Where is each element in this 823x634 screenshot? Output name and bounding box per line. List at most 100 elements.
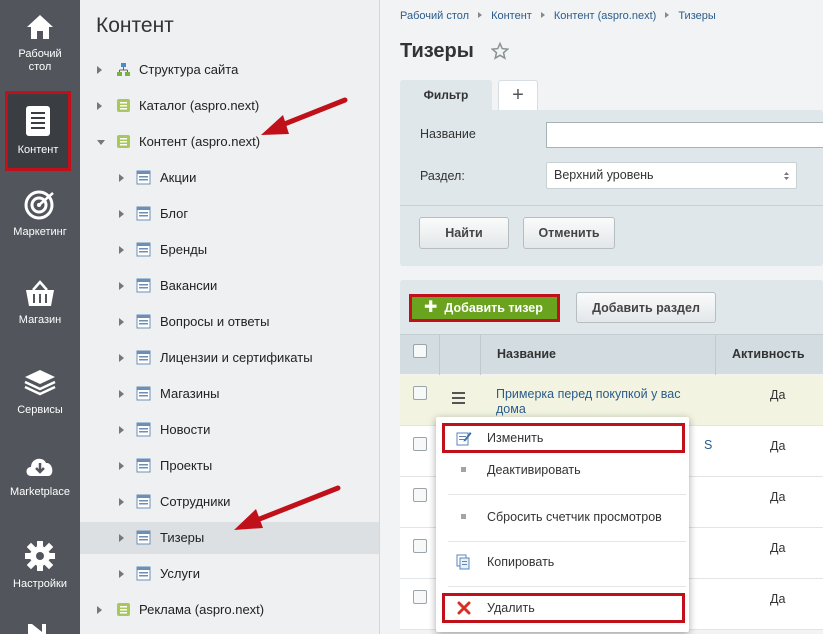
cancel-button[interactable]: Отменить: [523, 217, 615, 249]
iblock-icon: [136, 422, 151, 437]
expand-arrow-icon[interactable]: [119, 174, 124, 182]
select-arrows-icon: [784, 172, 789, 180]
tree-item-label: Магазины: [160, 386, 220, 401]
find-button[interactable]: Найти: [419, 217, 509, 249]
row-name-link[interactable]: S: [704, 438, 823, 453]
nav-desktop-label-1: Рабочий: [18, 48, 62, 60]
menu-item-reset-counter[interactable]: Сбросить счетчик просмотров: [436, 502, 689, 532]
breadcrumb-item[interactable]: Контент (aspro.next): [554, 10, 657, 22]
name-filter-input[interactable]: [546, 122, 823, 148]
nav-content[interactable]: Контент: [5, 91, 71, 171]
tree-item-label: Блог: [160, 206, 189, 221]
tree-item-services[interactable]: Услуги: [80, 558, 379, 590]
tree-item-vacancies[interactable]: Вакансии: [80, 270, 379, 302]
expand-arrow-icon[interactable]: [119, 282, 124, 290]
tree-item-projects[interactable]: Проекты: [80, 450, 379, 482]
name-column-header[interactable]: Название: [497, 347, 556, 361]
row-checkbox[interactable]: [413, 590, 427, 604]
menu-item-edit[interactable]: Изменить: [442, 423, 685, 453]
filter-tab[interactable]: Фильтр: [400, 80, 492, 110]
row-context-menu: Изменить Деактивировать Сбросить счетчик…: [436, 417, 689, 632]
name-filter-label: Название: [420, 127, 476, 141]
breadcrumb-separator-icon: [478, 12, 483, 18]
nav-services[interactable]: Сервисы: [0, 368, 80, 417]
collapse-arrow-icon[interactable]: [97, 140, 105, 145]
tree-item-faq[interactable]: Вопросы и ответы: [80, 306, 379, 338]
menu-item-delete[interactable]: Удалить: [442, 593, 685, 623]
tree-item-content-aspro[interactable]: Контент (aspro.next): [80, 126, 379, 158]
tree-item-stores[interactable]: Магазины: [80, 378, 379, 410]
tree-item-employees[interactable]: Сотрудники: [80, 486, 379, 518]
iblock-icon: [136, 530, 151, 545]
nav-settings[interactable]: Настройки: [0, 540, 80, 591]
tree-item-licenses[interactable]: Лицензии и сертификаты: [80, 342, 379, 374]
expand-arrow-icon[interactable]: [119, 390, 124, 398]
add-teaser-button[interactable]: ✚ Добавить тизер: [409, 294, 560, 322]
nav-shop[interactable]: Магазин: [0, 280, 80, 327]
expand-arrow-icon[interactable]: [119, 570, 124, 578]
tree-item-brands[interactable]: Бренды: [80, 234, 379, 266]
row-checkbox[interactable]: [413, 386, 427, 400]
filter-divider: [400, 205, 823, 206]
menu-divider: [448, 541, 686, 542]
menu-item-deactivate[interactable]: Деактивировать: [436, 455, 689, 485]
breadcrumb-item[interactable]: Рабочий стол: [400, 10, 469, 22]
breadcrumb-item[interactable]: Тизеры: [678, 10, 715, 22]
iblock-type-icon: [117, 99, 130, 112]
expand-arrow-icon[interactable]: [119, 462, 124, 470]
tree-item-site-structure[interactable]: Структура сайта: [80, 54, 379, 86]
tree-item-label: Вопросы и ответы: [160, 314, 270, 329]
row-name-link[interactable]: Примерка перед покупкой у вас дома: [496, 387, 711, 417]
select-all-checkbox[interactable]: [413, 344, 427, 358]
nav-shop-label: Магазин: [18, 314, 62, 326]
row-checkbox[interactable]: [413, 488, 427, 502]
tree-item-label: Новости: [160, 422, 211, 437]
iblock-icon: [136, 350, 151, 365]
expand-arrow-icon[interactable]: [119, 534, 124, 542]
iblock-icon: [136, 386, 151, 401]
tree-item-blog[interactable]: Блог: [80, 198, 379, 230]
menu-item-copy[interactable]: Копировать: [436, 547, 689, 577]
menu-item-label: Удалить: [487, 601, 535, 615]
row-checkbox[interactable]: [413, 437, 427, 451]
expand-arrow-icon[interactable]: [119, 498, 124, 506]
expand-arrow-icon[interactable]: [119, 354, 124, 362]
activity-column-header[interactable]: Активность: [732, 347, 805, 361]
row-menu-icon[interactable]: [452, 392, 465, 407]
iblock-icon: [136, 494, 151, 509]
menu-item-label: Деактивировать: [487, 463, 581, 477]
tree-item-news[interactable]: Новости: [80, 414, 379, 446]
expand-arrow-icon[interactable]: [119, 246, 124, 254]
menu-divider: [448, 586, 686, 587]
tree-item-label: Услуги: [160, 566, 200, 581]
expand-arrow-icon[interactable]: [97, 66, 102, 74]
tree-item-catalog[interactable]: Каталог (aspro.next): [80, 90, 379, 122]
tree-item-promotions[interactable]: Акции: [80, 162, 379, 194]
table-header: Название Активность: [400, 334, 823, 375]
tree-item-teasers[interactable]: Тизеры: [80, 522, 379, 554]
section-filter-select[interactable]: Верхний уровень: [546, 162, 797, 189]
nav-desktop[interactable]: Рабочий стол: [0, 12, 80, 74]
tree-item-label: Проекты: [160, 458, 213, 473]
add-section-button[interactable]: Добавить раздел: [576, 292, 716, 323]
row-activity: Да: [770, 490, 786, 504]
row-checkbox[interactable]: [413, 539, 427, 553]
tree-item-label: Контент (aspro.next): [139, 134, 261, 149]
expand-arrow-icon[interactable]: [119, 426, 124, 434]
tree-title: Контент: [96, 14, 174, 37]
expand-arrow-icon[interactable]: [119, 210, 124, 218]
breadcrumb: Рабочий стол Контент Контент (aspro.next) Т…: [400, 10, 716, 22]
breadcrumb-item[interactable]: Контент: [491, 10, 532, 22]
iblock-icon: [136, 566, 151, 581]
add-filter-tab-button[interactable]: +: [498, 80, 538, 110]
star-icon[interactable]: [491, 42, 509, 60]
sitemap-icon: [117, 63, 130, 76]
expand-arrow-icon[interactable]: [97, 102, 102, 110]
tree-item-label: Реклама (aspro.next): [139, 602, 265, 617]
expand-arrow-icon[interactable]: [97, 606, 102, 614]
nav-marketplace[interactable]: Marketplace: [0, 452, 80, 499]
nav-marketing[interactable]: Маркетинг: [0, 190, 80, 239]
row-activity: Да: [770, 388, 786, 402]
tree-item-ads[interactable]: Реклама (aspro.next): [80, 594, 379, 626]
expand-arrow-icon[interactable]: [119, 318, 124, 326]
